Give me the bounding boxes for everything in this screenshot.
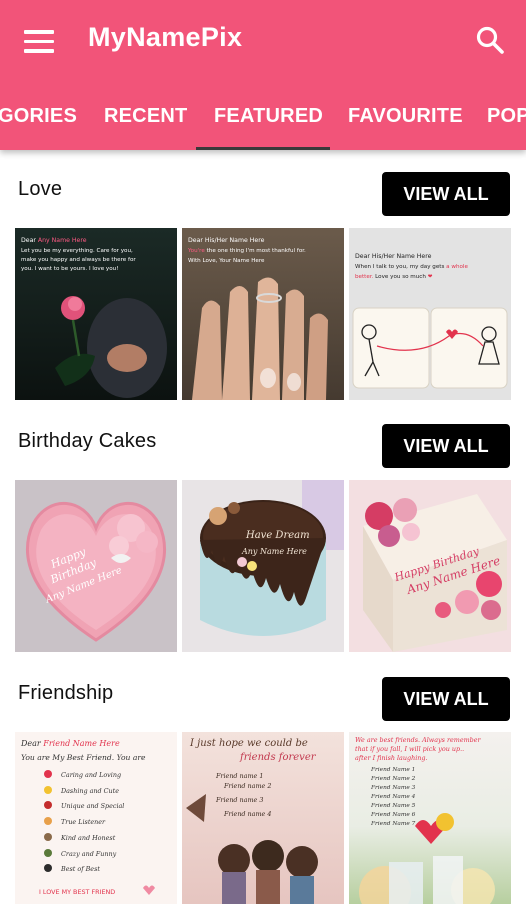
svg-text:better. Love you so much ❤: better. Love you so much ❤ <box>355 274 433 280</box>
svg-text:You're the one thing I'm most: You're the one thing I'm most thankful f… <box>187 248 306 254</box>
svg-text:Kind and Honest: Kind and Honest <box>60 834 116 842</box>
svg-text:With Love, Your Name Here: With Love, Your Name Here <box>188 258 265 264</box>
svg-text:Friend name 2: Friend name 2 <box>223 782 271 790</box>
view-all-birthday-cakes-button[interactable]: VIEW ALL <box>382 424 510 468</box>
section-title-love: Love <box>18 178 63 200</box>
svg-text:Friend name 3: Friend name 3 <box>215 796 263 804</box>
friendship-card-2[interactable]: I just hope we could be friends forever … <box>182 732 344 904</box>
tab-favourite[interactable]: FAVOURITE <box>348 105 463 128</box>
svg-text:Crazy and Funny: Crazy and Funny <box>61 850 117 858</box>
svg-text:Dear His/Her Name Here: Dear His/Her Name Here <box>188 237 265 244</box>
svg-text:Have Dream: Have Dream <box>245 530 310 541</box>
cake-card-3[interactable]: Happy Birthday Any Name Here <box>349 480 511 652</box>
tab-popular[interactable]: POP <box>487 105 526 128</box>
app-bar: MyNamePix GORIES RECENT FEATURED FAVOURI… <box>0 0 526 150</box>
svg-text:We are best friends. Always re: We are best friends. Always remember <box>355 736 482 744</box>
tab-recent[interactable]: RECENT <box>104 105 187 128</box>
svg-text:True Listener: True Listener <box>61 818 106 826</box>
svg-text:Friend Name 7: Friend Name 7 <box>370 821 416 827</box>
tab-categories[interactable]: GORIES <box>0 105 77 128</box>
friendship-card-3[interactable]: We are best friends. Always remember tha… <box>349 732 511 904</box>
svg-text:Any Name Here: Any Name Here <box>241 547 307 556</box>
love-card-3[interactable]: Dear His/Her Name Here When I talk to yo… <box>349 228 511 400</box>
svg-text:friends forever: friends forever <box>239 752 317 763</box>
svg-text:Friend name 4: Friend name 4 <box>223 810 271 818</box>
svg-text:you. I want to be yours. I lov: you. I want to be yours. I love you! <box>21 266 118 272</box>
cake-card-2[interactable]: Have Dream Any Name Here <box>182 480 344 652</box>
svg-text:Best of Best: Best of Best <box>60 865 100 873</box>
svg-text:Dear Any Name Here: Dear Any Name Here <box>21 237 87 244</box>
svg-text:Caring and Loving: Caring and Loving <box>61 771 121 779</box>
svg-text:that if you fall, I will pick: that if you fall, I will pick you up.. <box>355 745 464 753</box>
svg-text:make you happy and always be t: make you happy and always be there for <box>21 257 136 263</box>
svg-text:Friend name 1: Friend name 1 <box>215 772 263 780</box>
svg-text:Unique and Special: Unique and Special <box>61 802 124 810</box>
svg-text:after I finish laughing.: after I finish laughing. <box>355 754 427 762</box>
svg-text:When I talk to you, my day get: When I talk to you, my day gets a whole <box>355 264 468 270</box>
app-title: MyNamePix <box>88 22 243 52</box>
friendship-card-1[interactable]: Dear Friend Name Here You are My Best Fr… <box>15 732 177 904</box>
section-title-friendship: Friendship <box>18 682 114 704</box>
menu-icon[interactable] <box>24 25 58 55</box>
svg-text:Friend Name 6: Friend Name 6 <box>370 812 416 818</box>
tab-indicator <box>196 147 330 150</box>
svg-text:Friend Name 1: Friend Name 1 <box>370 767 415 773</box>
svg-text:Dashing and Cute: Dashing and Cute <box>60 787 119 795</box>
category-tabs: GORIES RECENT FEATURED FAVOURITE POP <box>0 95 526 150</box>
search-icon[interactable] <box>474 24 508 58</box>
svg-text:I just hope we could be: I just hope we could be <box>189 738 308 749</box>
svg-text:Dear His/Her Name Here: Dear His/Her Name Here <box>355 253 432 260</box>
svg-text:Friend Name 4: Friend Name 4 <box>370 794 416 800</box>
love-card-1[interactable]: Dear Any Name Here Let you be my everyth… <box>15 228 177 400</box>
svg-text:Let you be my everything. Care: Let you be my everything. Care for you, <box>21 248 133 254</box>
svg-text:Friend Name 2: Friend Name 2 <box>370 776 416 782</box>
cake-card-1[interactable]: Happy Birthday Any Name Here <box>15 480 177 652</box>
section-title-birthday-cakes: Birthday Cakes <box>18 430 157 452</box>
svg-text:Friend Name 5: Friend Name 5 <box>370 803 416 809</box>
view-all-love-button[interactable]: VIEW ALL <box>382 172 510 216</box>
svg-text:Friend Name 3: Friend Name 3 <box>370 785 416 791</box>
svg-text:Dear Friend Name Here: Dear Friend Name Here <box>20 739 120 748</box>
view-all-friendship-button[interactable]: VIEW ALL <box>382 677 510 721</box>
svg-text:I LOVE MY BEST FRIEND: I LOVE MY BEST FRIEND <box>39 888 115 896</box>
love-card-2[interactable]: Dear His/Her Name Here You're the one th… <box>182 228 344 400</box>
tab-featured[interactable]: FEATURED <box>214 105 323 128</box>
svg-text:You are My Best Friend. You ar: You are My Best Friend. You are <box>21 753 146 762</box>
